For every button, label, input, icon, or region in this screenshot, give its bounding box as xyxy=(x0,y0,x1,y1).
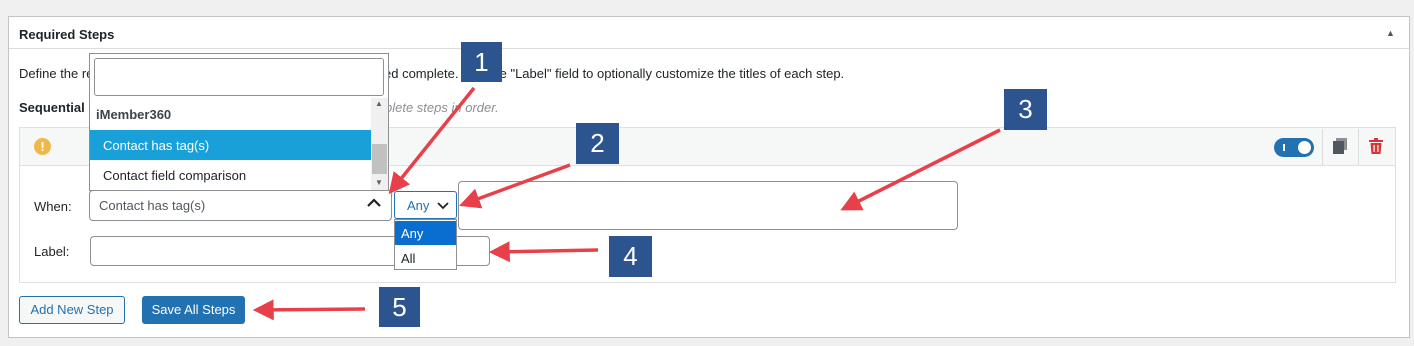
callout-2: 2 xyxy=(576,123,619,164)
callout-5: 5 xyxy=(379,287,420,327)
chevron-down-icon[interactable] xyxy=(437,199,449,214)
sequential-steps-help: plete steps in order. xyxy=(385,100,499,115)
collapse-toggle-icon[interactable]: ▲ xyxy=(1386,28,1395,38)
warning-icon: ! xyxy=(34,138,51,155)
trash-icon[interactable] xyxy=(1369,138,1383,157)
dropdown-option-field-comparison[interactable]: Contact field comparison xyxy=(90,160,371,190)
callout-4: 4 xyxy=(609,236,652,277)
dropdown-option-has-tag[interactable]: Contact has tag(s) xyxy=(90,130,371,160)
match-type-options: Any All xyxy=(394,219,457,270)
divider xyxy=(1322,129,1323,165)
panel-description: Define the re xyxy=(19,66,94,81)
callout-3: 3 xyxy=(1004,89,1047,130)
sequential-steps-label: Sequential S xyxy=(19,100,98,115)
scroll-down-icon[interactable]: ▼ xyxy=(375,178,383,187)
scroll-up-icon[interactable]: ▲ xyxy=(375,99,383,108)
copy-icon[interactable] xyxy=(1333,138,1347,157)
label-label: Label: xyxy=(34,244,70,259)
dropdown-scroll-thumb[interactable] xyxy=(372,144,387,174)
condition-select[interactable]: Contact has tag(s) xyxy=(89,190,392,221)
divider xyxy=(1358,129,1359,165)
step-enabled-toggle[interactable] xyxy=(1274,138,1314,157)
panel-description-continued: ed complete. Use the "Label" field to op… xyxy=(384,66,845,81)
chevron-up-icon[interactable] xyxy=(366,197,382,212)
tags-input[interactable] xyxy=(458,181,958,230)
when-label: When: xyxy=(34,199,72,214)
dropdown-search-input[interactable] xyxy=(94,58,384,96)
panel-title: Required Steps xyxy=(19,27,115,42)
match-option-all[interactable]: All xyxy=(395,246,456,270)
match-option-any[interactable]: Any xyxy=(395,221,456,245)
callout-1: 1 xyxy=(461,42,502,82)
panel-header xyxy=(9,17,1409,49)
add-new-step-button[interactable]: Add New Step xyxy=(19,296,125,324)
save-all-steps-button[interactable]: Save All Steps xyxy=(142,296,245,324)
dropdown-group-label: iMember360 xyxy=(96,107,172,122)
